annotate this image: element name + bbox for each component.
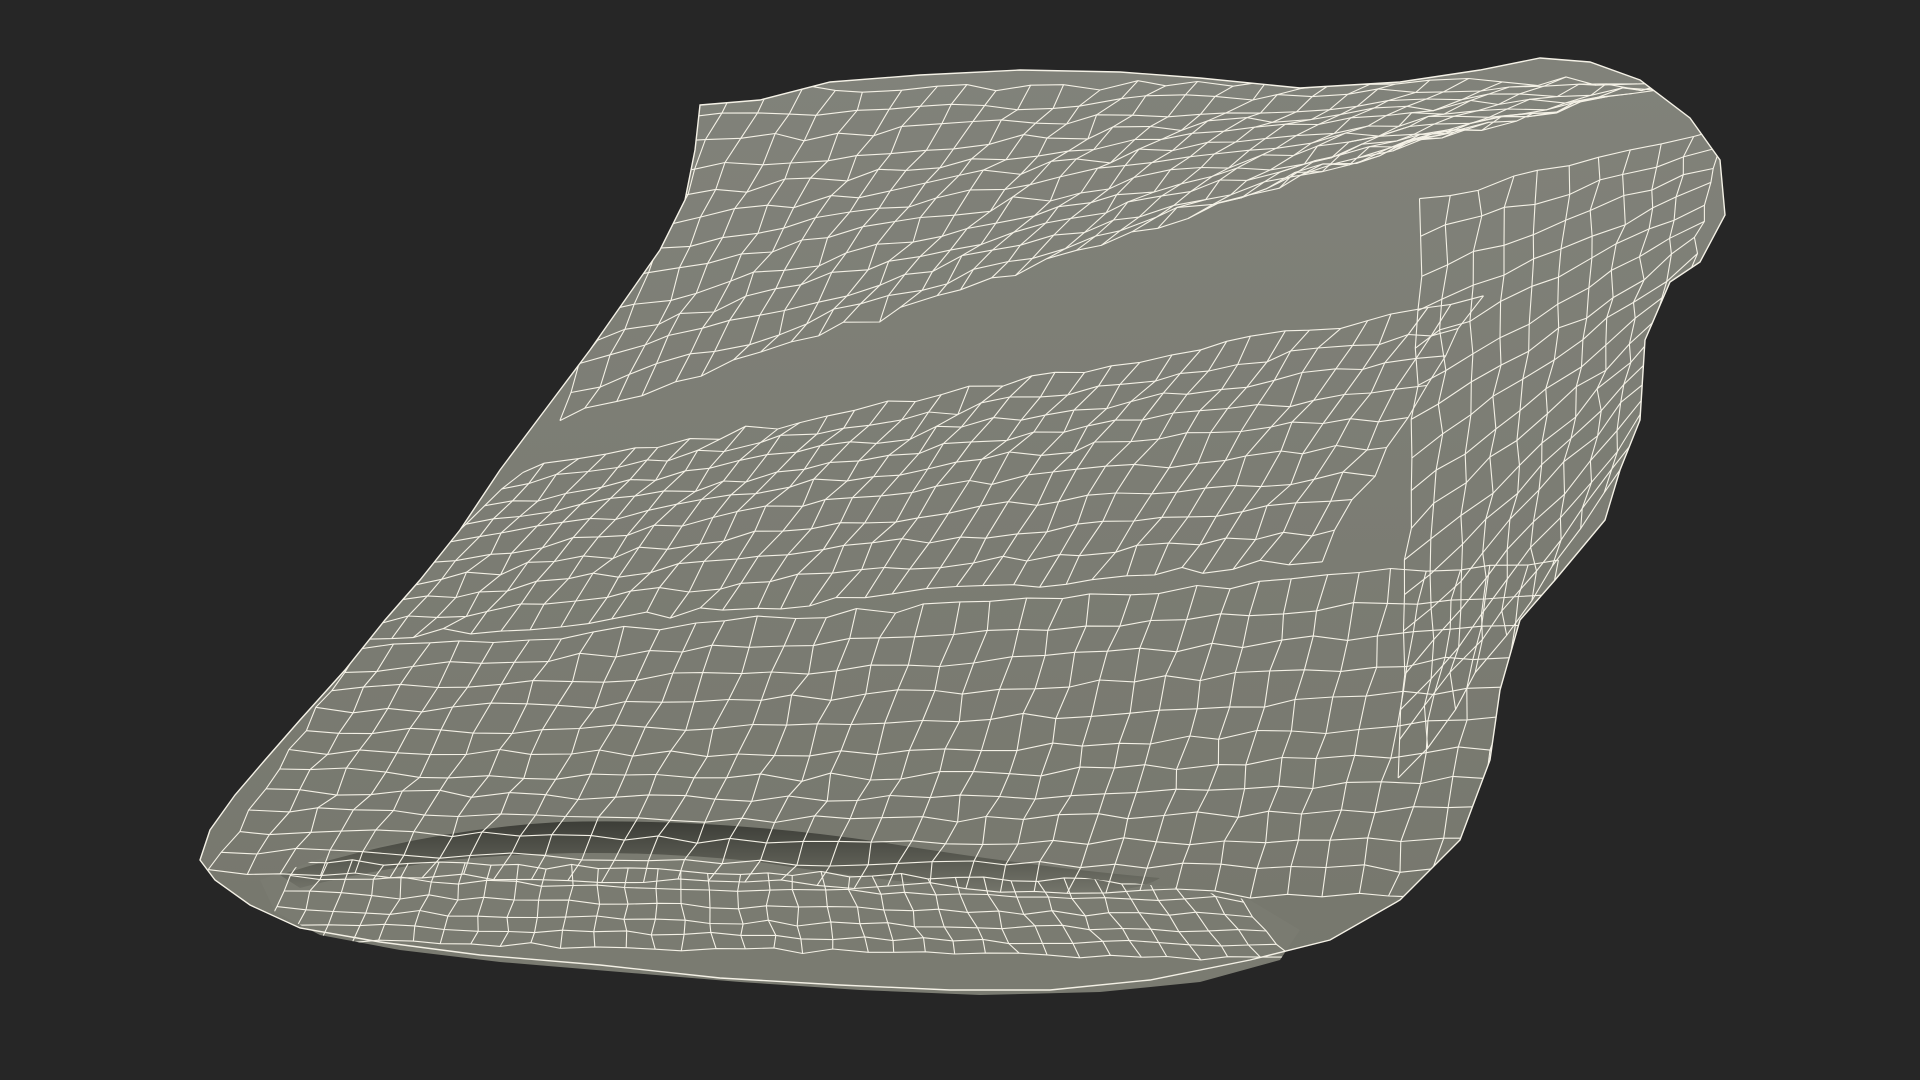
wireframe-mesh-canvas [199,57,1726,995]
render-viewport[interactable] [0,0,1920,1080]
